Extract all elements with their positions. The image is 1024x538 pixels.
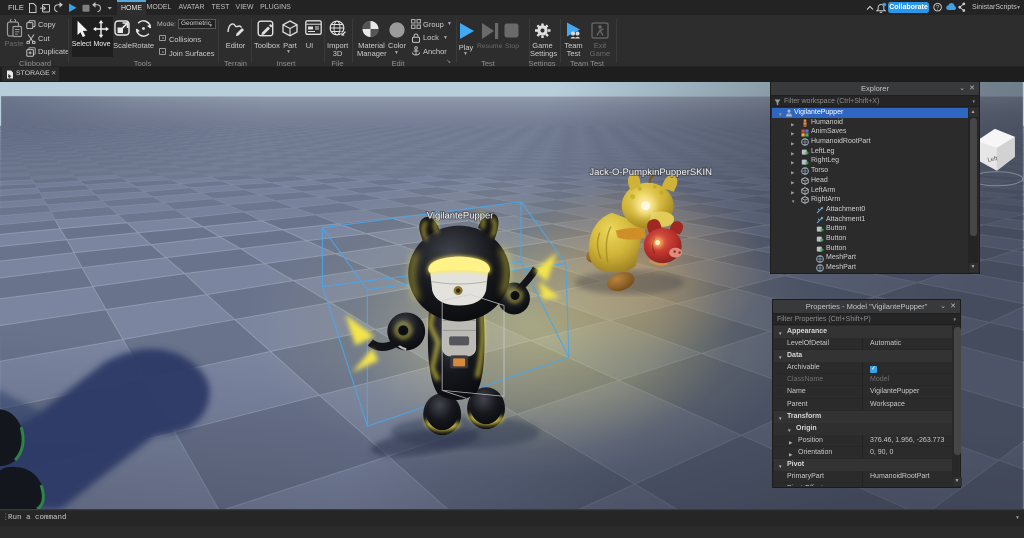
svg-text:VigilantePupper: VigilantePupper: [427, 211, 494, 222]
svg-text:Jack-O-PumpkinPupperSKIN: Jack-O-PumpkinPupperSKIN: [589, 167, 712, 178]
svg-text:?: ?: [936, 5, 940, 12]
